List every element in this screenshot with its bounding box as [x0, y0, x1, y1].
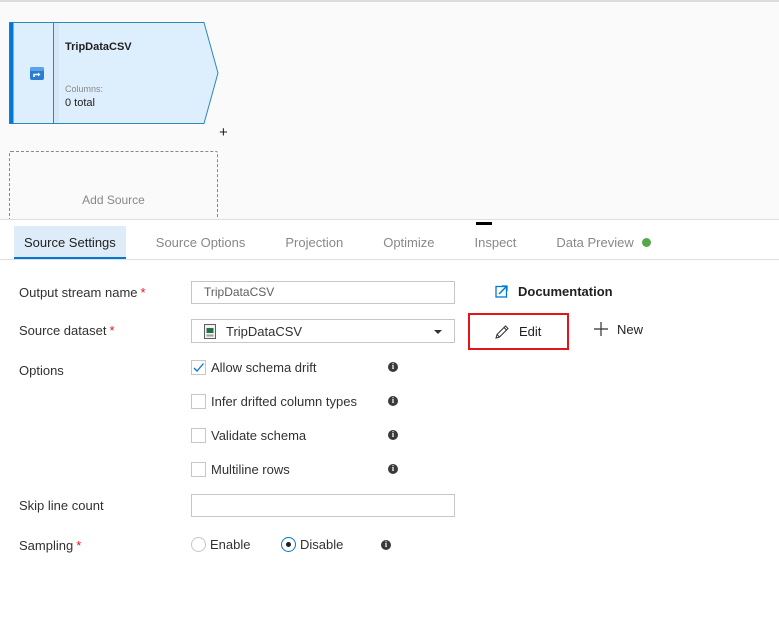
- checkbox-checked[interactable]: [191, 360, 206, 375]
- allow-schema-drift-label: Allow schema drift: [211, 360, 317, 375]
- sampling-disable-radio[interactable]: Disable: [281, 537, 343, 552]
- checkbox-unchecked[interactable]: [191, 462, 206, 477]
- tab-source-options[interactable]: Source Options: [146, 226, 256, 259]
- new-dataset-button[interactable]: New: [593, 321, 643, 337]
- source-dataset-dropdown[interactable]: TripDataCSV: [191, 319, 455, 343]
- node-columns-value: 0 total: [65, 97, 95, 109]
- infer-drifted-column-types-checkbox[interactable]: Infer drifted column types: [191, 394, 357, 409]
- tab-source-settings[interactable]: Source Settings: [14, 226, 126, 259]
- add-source-label: Add Source: [82, 193, 145, 207]
- source-node-tripdatacsv[interactable]: TripDataCSV Columns: 0 total +: [9, 22, 228, 140]
- documentation-link-label: Documentation: [518, 284, 613, 299]
- node-title: TripDataCSV: [65, 41, 132, 53]
- panel-resize-handle[interactable]: [476, 222, 492, 225]
- skip-line-count-label: Skip line count: [19, 498, 104, 513]
- required-mark: *: [109, 323, 115, 338]
- source-dataset-text: Source dataset: [19, 323, 107, 338]
- sampling-label: Sampling *: [19, 538, 81, 553]
- status-dot-icon: [641, 238, 651, 248]
- csv-file-icon: [204, 324, 216, 339]
- sampling-enable-label: Enable: [210, 537, 251, 552]
- infer-drifted-column-types-label: Infer drifted column types: [211, 394, 357, 409]
- info-icon[interactable]: i: [388, 396, 398, 406]
- validate-schema-label: Validate schema: [211, 428, 307, 443]
- sampling-text: Sampling: [19, 538, 74, 553]
- tab-inspect[interactable]: Inspect: [465, 226, 527, 259]
- tab-optimize[interactable]: Optimize: [373, 226, 444, 259]
- checkmark-icon: [193, 363, 204, 372]
- tab-projection[interactable]: Projection: [275, 226, 353, 259]
- plus-icon: [594, 322, 608, 336]
- add-transformation-button[interactable]: +: [219, 125, 228, 140]
- info-icon[interactable]: i: [388, 464, 398, 474]
- info-icon[interactable]: i: [388, 362, 398, 372]
- checkbox-unchecked[interactable]: [191, 428, 206, 443]
- info-icon[interactable]: i: [381, 540, 391, 550]
- output-stream-name-label: Output stream name *: [19, 285, 146, 300]
- required-mark: *: [140, 285, 146, 300]
- documentation-link[interactable]: Documentation: [495, 284, 613, 299]
- edit-button-label: Edit: [519, 324, 542, 339]
- output-stream-name-input[interactable]: TripDataCSV: [191, 281, 455, 304]
- source-icon: [30, 67, 44, 80]
- checkbox-unchecked[interactable]: [191, 394, 206, 409]
- tab-data-preview[interactable]: Data Preview: [546, 226, 660, 259]
- open-external-icon: [495, 285, 508, 298]
- radio-unselected[interactable]: [191, 537, 206, 552]
- validate-schema-checkbox[interactable]: Validate schema: [191, 428, 306, 443]
- output-stream-name-text: Output stream name: [19, 285, 138, 300]
- add-source-button[interactable]: Add Source: [9, 151, 218, 219]
- allow-schema-drift-checkbox[interactable]: Allow schema drift: [191, 360, 316, 375]
- source-dataset-value: TripDataCSV: [226, 324, 303, 339]
- dataflow-canvas[interactable]: TripDataCSV Columns: 0 total + Add Sourc…: [0, 0, 779, 220]
- sampling-enable-radio[interactable]: Enable: [191, 537, 250, 552]
- pencil-icon: [495, 324, 509, 339]
- info-icon[interactable]: i: [388, 430, 398, 440]
- chevron-down-icon: [434, 330, 442, 334]
- radio-selected[interactable]: [281, 537, 296, 552]
- multiline-rows-checkbox[interactable]: Multiline rows: [191, 462, 290, 477]
- required-mark: *: [76, 538, 82, 553]
- multiline-rows-label: Multiline rows: [211, 462, 290, 477]
- source-dataset-label: Source dataset *: [19, 323, 115, 338]
- settings-tabs: Source Settings Source Options Projectio…: [0, 226, 779, 260]
- new-button-label: New: [617, 321, 644, 337]
- node-columns-label: Columns:: [65, 84, 104, 94]
- options-label: Options: [19, 363, 64, 378]
- sampling-disable-label: Disable: [300, 537, 344, 552]
- skip-line-count-input[interactable]: [191, 494, 455, 517]
- tab-data-preview-label: Data Preview: [556, 235, 634, 250]
- edit-dataset-button[interactable]: Edit: [468, 313, 569, 350]
